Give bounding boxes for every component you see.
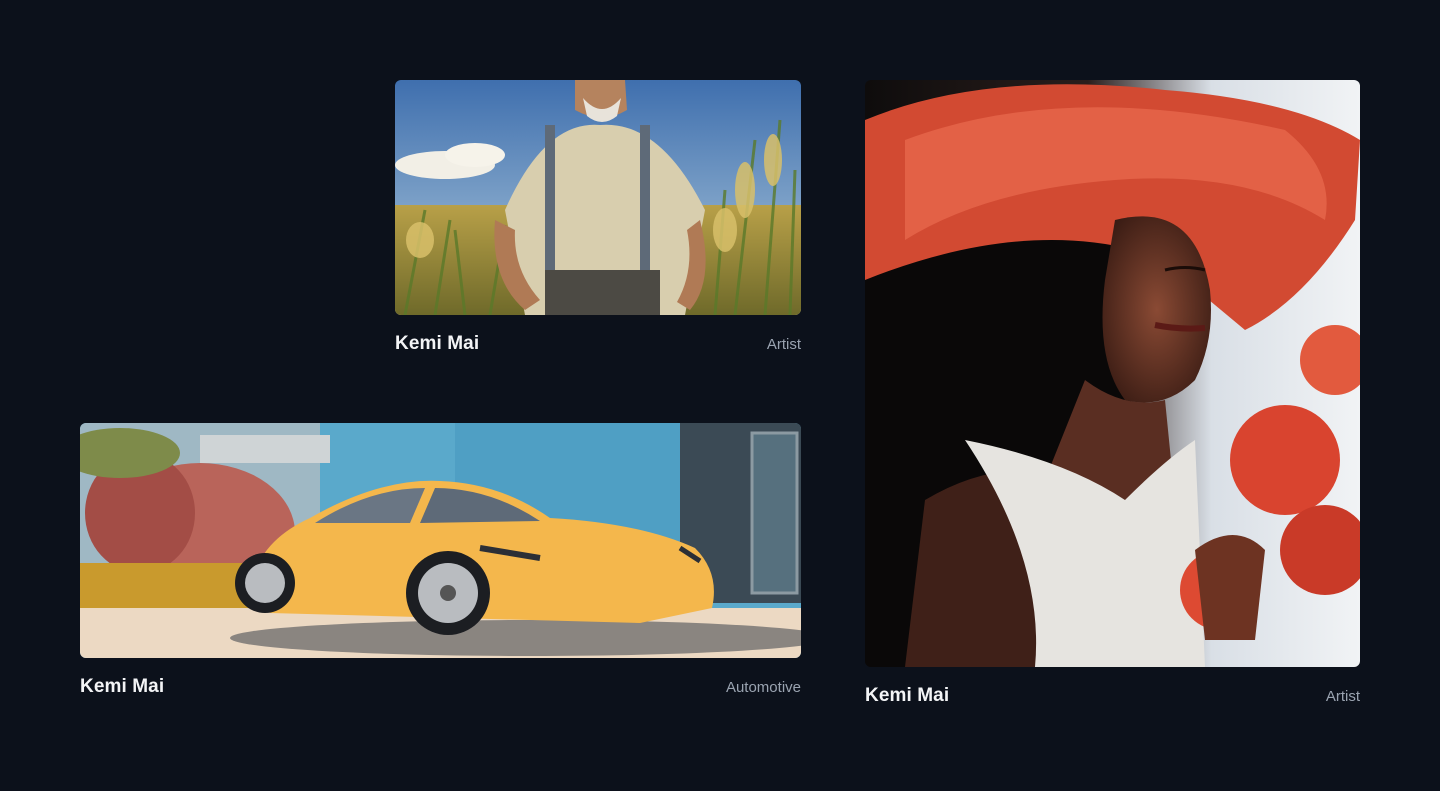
gallery-card-woman[interactable]: Kemi Mai Artist bbox=[865, 80, 1360, 706]
card-category: Artist bbox=[1325, 687, 1360, 705]
gallery-image-woman[interactable] bbox=[865, 80, 1360, 667]
card-title[interactable]: Kemi Mai bbox=[395, 333, 479, 355]
gallery-card-farmer[interactable]: Kemi Mai Artist bbox=[395, 80, 801, 354]
gallery-image-car[interactable] bbox=[80, 423, 801, 658]
card-title[interactable]: Kemi Mai bbox=[80, 676, 164, 698]
gallery-card-car[interactable]: Kemi Mai Automotive bbox=[80, 423, 801, 697]
card-title[interactable]: Kemi Mai bbox=[865, 685, 949, 707]
gallery-page: Kemi Mai Artist Kemi Mai Automotive Kemi… bbox=[0, 0, 1440, 791]
gallery-image-farmer[interactable] bbox=[395, 80, 801, 315]
card-category: Automotive bbox=[725, 678, 801, 696]
card-category: Artist bbox=[766, 335, 801, 353]
